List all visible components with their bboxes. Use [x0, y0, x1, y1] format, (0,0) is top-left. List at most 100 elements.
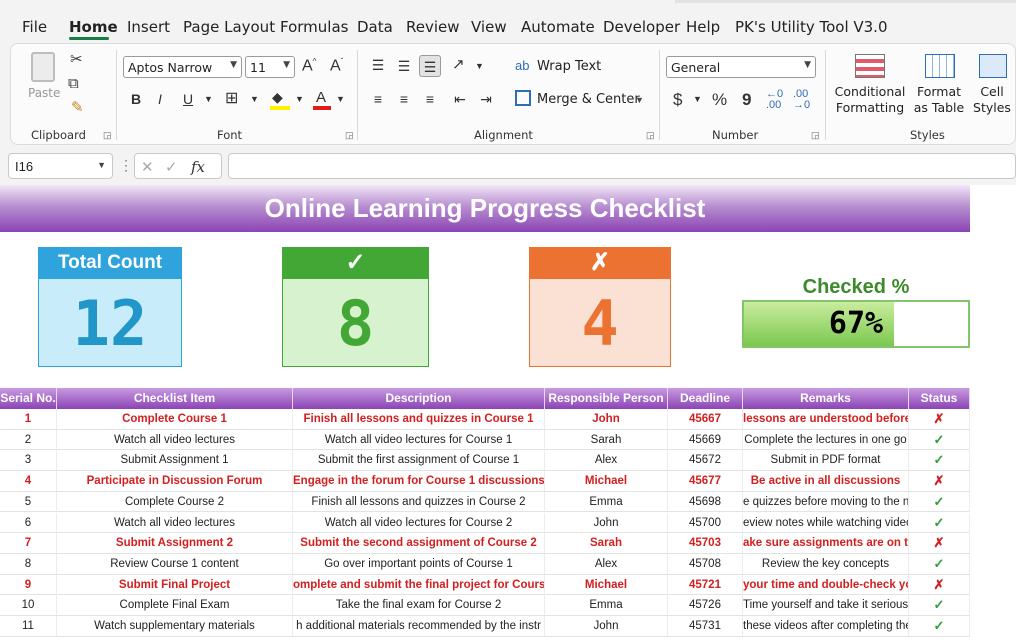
description-cell[interactable]: Submit the second assignment of Course 2 [293, 533, 545, 554]
serial-cell[interactable]: 5 [0, 491, 57, 512]
tab-view[interactable]: View [471, 18, 507, 36]
checklist-item-cell[interactable]: Complete Course 2 [57, 491, 293, 512]
table-row[interactable]: 5 Complete Course 2 Finish all lessons and… [0, 491, 970, 513]
responsible-person-cell[interactable]: Emma [545, 491, 668, 512]
decrease-font-size-icon[interactable]: Aˇ [330, 58, 343, 74]
tab-insert[interactable]: Insert [127, 18, 170, 36]
currency-button[interactable]: $ [673, 91, 682, 108]
table-row[interactable]: 8 Review Course 1 content Go over importan… [0, 553, 970, 575]
serial-cell[interactable]: 6 [0, 512, 57, 533]
serial-cell[interactable]: 1 [0, 409, 57, 429]
status-cell[interactable]: ✓ [909, 553, 970, 574]
responsible-person-cell[interactable]: John [545, 512, 668, 533]
chevron-down-icon[interactable]: ▼ [475, 62, 484, 71]
status-cell[interactable]: ✓ [909, 595, 970, 616]
responsible-person-cell[interactable]: Alex [545, 553, 668, 574]
column-header[interactable]: Description [293, 388, 545, 409]
description-cell[interactable]: h additional materials recommended by th… [293, 616, 545, 636]
tab-home[interactable]: Home [69, 18, 118, 36]
serial-cell[interactable]: 10 [0, 595, 57, 616]
checklist-item-cell[interactable]: Watch all video lectures [57, 512, 293, 533]
status-cell[interactable]: ✗ [909, 471, 970, 492]
tab-automate[interactable]: Automate [521, 18, 595, 36]
comma-style-button[interactable]: 9 [742, 91, 751, 108]
remarks-cell[interactable]: ake sure assignments are on tim [743, 533, 909, 554]
align-middle-icon[interactable]: ☰ [393, 55, 415, 77]
remarks-cell[interactable]: Complete the lectures in one go [743, 429, 909, 450]
description-cell[interactable]: Go over important points of Course 1 [293, 553, 545, 574]
tab-file[interactable]: File [22, 18, 47, 36]
description-cell[interactable]: Finish all lessons and quizzes in Course… [293, 491, 545, 512]
cut-icon[interactable]: ✂ [70, 52, 83, 67]
align-center-icon[interactable]: ≡ [393, 88, 415, 110]
responsible-person-cell[interactable]: Michael [545, 574, 668, 595]
column-header[interactable]: Checklist Item [57, 388, 293, 409]
align-top-icon[interactable]: ☰ [367, 54, 389, 76]
table-row[interactable]: 9 Submit Final Project omplete and submit … [0, 574, 970, 596]
tab-developer[interactable]: Developer [603, 18, 680, 36]
font-size-select[interactable]: 11 ▼ [245, 56, 295, 78]
status-cell[interactable]: ✓ [909, 491, 970, 512]
decrease-indent-icon[interactable]: ⇤ [449, 88, 471, 110]
remarks-cell[interactable]: Submit in PDF format [743, 450, 909, 471]
clipboard-launcher-icon[interactable]: ◲ [103, 130, 112, 141]
tab-help[interactable]: Help [686, 18, 720, 36]
serial-cell[interactable]: 3 [0, 450, 57, 471]
increase-decimal-icon[interactable]: ←0.00 [766, 89, 783, 111]
column-header[interactable]: Deadline [668, 388, 743, 409]
deadline-cell[interactable]: 45672 [668, 450, 743, 471]
responsible-person-cell[interactable]: Sarah [545, 533, 668, 554]
tab-page-layout[interactable]: Page Layout [183, 18, 275, 36]
remarks-cell[interactable]: eview notes while watching videc [743, 512, 909, 533]
table-row[interactable]: 7 Submit Assignment 2 Submit the second as… [0, 533, 970, 554]
deadline-cell[interactable]: 45726 [668, 595, 743, 616]
more-options-icon[interactable]: ⋮ [119, 158, 133, 172]
responsible-person-cell[interactable]: John [545, 616, 668, 636]
serial-cell[interactable]: 9 [0, 574, 57, 595]
number-format-select[interactable]: General ▼ [666, 56, 816, 78]
responsible-person-cell[interactable]: Emma [545, 595, 668, 616]
serial-cell[interactable]: 11 [0, 616, 57, 636]
align-right-icon[interactable]: ≡ [419, 88, 441, 110]
responsible-person-cell[interactable]: Sarah [545, 429, 668, 450]
decrease-decimal-icon[interactable]: .00 →0 [793, 89, 810, 111]
description-cell[interactable]: Submit the first assignment of Course 1 [293, 450, 545, 471]
status-cell[interactable]: ✓ [909, 429, 970, 450]
description-cell[interactable]: Watch all video lectures for Course 1 [293, 429, 545, 450]
deadline-cell[interactable]: 45703 [668, 533, 743, 554]
number-launcher-icon[interactable]: ◲ [811, 130, 820, 141]
description-cell[interactable]: omplete and submit the final project for… [293, 574, 545, 595]
deadline-cell[interactable]: 45677 [668, 471, 743, 492]
format-painter-icon[interactable]: ✎ [71, 100, 84, 115]
responsible-person-cell[interactable]: John [545, 409, 668, 429]
column-header[interactable]: Status [909, 388, 970, 409]
remarks-cell[interactable]: lessons are understood before s [743, 409, 909, 429]
format-as-table-button[interactable]: Format as Table [911, 52, 967, 118]
table-row[interactable]: 2 Watch all video lectures Watch all video… [0, 429, 970, 451]
table-row[interactable]: 1 Complete Course 1 Finish all lessons and… [0, 409, 970, 430]
alignment-launcher-icon[interactable]: ◲ [646, 130, 655, 141]
description-cell[interactable]: Engage in the forum for Course 1 discuss… [293, 471, 545, 492]
tab-formulas[interactable]: Formulas [280, 18, 348, 36]
formula-input[interactable] [228, 153, 1016, 179]
description-cell[interactable]: Take the final exam for Course 2 [293, 595, 545, 616]
name-box[interactable]: I16 ▼ [8, 153, 113, 179]
checklist-item-cell[interactable]: Submit Assignment 1 [57, 450, 293, 471]
tab-data[interactable]: Data [357, 18, 393, 36]
table-row[interactable]: 3 Submit Assignment 1 Submit the first ass… [0, 450, 970, 472]
chevron-down-icon[interactable]: ▼ [204, 95, 213, 104]
table-row[interactable]: 11 Watch supplementary materials h additio… [0, 616, 970, 637]
cell-styles-button[interactable]: Cell Styles [969, 52, 1015, 118]
chevron-down-icon[interactable]: ▼ [693, 95, 702, 104]
tab-review[interactable]: Review [406, 18, 460, 36]
remarks-cell[interactable]: Be active in all discussions [743, 471, 909, 492]
underline-button[interactable]: U [183, 92, 193, 106]
enter-icon[interactable]: ✓ [165, 158, 178, 176]
status-cell[interactable]: ✗ [909, 533, 970, 554]
remarks-cell[interactable]: your time and double-check your [743, 574, 909, 595]
borders-icon[interactable]: ⊞ [225, 91, 238, 107]
checklist-item-cell[interactable]: Review Course 1 content [57, 553, 293, 574]
chevron-down-icon[interactable]: ▼ [250, 95, 259, 104]
tab-pk-utility-tool[interactable]: PK's Utility Tool V3.0 [735, 18, 888, 36]
status-cell[interactable]: ✗ [909, 409, 970, 429]
